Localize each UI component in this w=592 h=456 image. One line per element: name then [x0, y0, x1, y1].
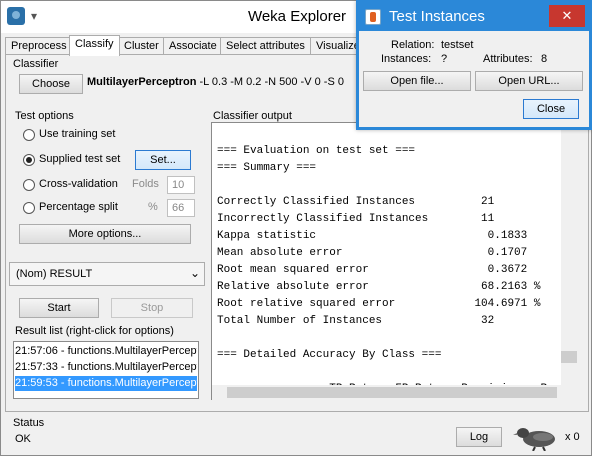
close-icon[interactable]: ✕	[549, 5, 585, 27]
tab-cluster[interactable]: Cluster	[118, 37, 165, 55]
open-url-button[interactable]: Open URL...	[475, 71, 583, 91]
task-count: x 0	[565, 431, 580, 443]
result-list[interactable]: 21:57:06 - functions.MultilayerPerceptro…	[13, 341, 199, 399]
result-list-label: Result list (right-click for options)	[15, 325, 174, 337]
output-vertical-scrollbar[interactable]	[561, 123, 577, 385]
percentage-split-label: Percentage split	[39, 201, 118, 213]
class-attribute-value: (Nom) RESULT	[16, 268, 93, 280]
more-options-button[interactable]: More options...	[19, 224, 191, 244]
instances-value: ?	[441, 53, 448, 65]
class-attribute-dropdown[interactable]: (Nom) RESULT ⌄	[9, 262, 205, 286]
percent-input[interactable]: 66	[167, 199, 195, 217]
relation-label: Relation:	[391, 39, 435, 51]
tab-preprocess[interactable]: Preprocess	[5, 37, 73, 55]
instances-label: Instances:	[381, 53, 432, 65]
chevron-down-icon: ⌄	[190, 266, 201, 280]
stop-button[interactable]: Stop	[111, 298, 193, 318]
output-horizontal-scroll-thumb[interactable]	[227, 387, 557, 398]
log-button[interactable]: Log	[456, 427, 502, 447]
use-training-set-label: Use training set	[39, 128, 116, 140]
classifier-options: -L 0.3 -M 0.2 -N 500 -V 0 -S 0	[196, 76, 344, 88]
result-list-item-selected[interactable]: 21:59:53 - functions.MultilayerPerceptro…	[15, 376, 197, 391]
classifier-name: MultilayerPerceptron	[87, 76, 197, 88]
classifier-group-label: Classifier	[13, 58, 59, 70]
attributes-label: Attributes:	[483, 53, 533, 65]
relation-value: testset	[441, 39, 474, 51]
open-file-button[interactable]: Open file...	[363, 71, 471, 91]
result-list-item[interactable]: 21:57:33 - functions.MultilayerPerceptro…	[15, 360, 197, 375]
tab-classify[interactable]: Classify	[69, 35, 120, 56]
status-label: Status	[13, 417, 45, 429]
output-vertical-scroll-thumb[interactable]	[561, 351, 577, 363]
test-options-label: Test options	[15, 110, 74, 122]
java-cup-icon	[365, 9, 381, 25]
tab-select-attributes[interactable]: Select attributes	[220, 37, 311, 55]
attributes-value: 8	[541, 53, 548, 65]
supplied-test-set-label: Supplied test set	[39, 153, 121, 165]
use-training-set-radio[interactable]	[23, 129, 35, 141]
set-test-set-button[interactable]: Set...	[135, 150, 191, 170]
tab-associate[interactable]: Associate	[163, 37, 223, 55]
cross-validation-label: Cross-validation	[39, 178, 118, 190]
cross-validation-radio[interactable]	[23, 179, 35, 191]
classifier-output-area[interactable]: === Evaluation on test set === === Summa…	[211, 122, 577, 400]
dialog-title-bar: Test Instances ✕	[359, 3, 589, 31]
classifier-config[interactable]: MultilayerPerceptron -L 0.3 -M 0.2 -N 50…	[87, 76, 344, 88]
folds-label: Folds	[132, 178, 159, 190]
choose-button[interactable]: Choose	[19, 74, 83, 94]
result-list-item[interactable]: 21:57:06 - functions.MultilayerPerceptro…	[15, 344, 197, 359]
start-button[interactable]: Start	[19, 298, 99, 318]
weka-bird-icon	[513, 428, 555, 451]
dialog-title: Test Instances	[389, 8, 485, 25]
supplied-test-set-radio[interactable]	[23, 154, 35, 166]
percentage-split-radio[interactable]	[23, 202, 35, 214]
close-dialog-button[interactable]: Close	[523, 99, 579, 119]
test-instances-dialog: Test Instances ✕ Relation: testset Insta…	[356, 0, 592, 130]
classifier-output-label: Classifier output	[213, 110, 292, 122]
percent-label: %	[148, 201, 158, 213]
status-text: OK	[15, 433, 31, 445]
classifier-output-text: === Evaluation on test set === === Summa…	[217, 145, 554, 395]
folds-input[interactable]: 10	[167, 176, 195, 194]
